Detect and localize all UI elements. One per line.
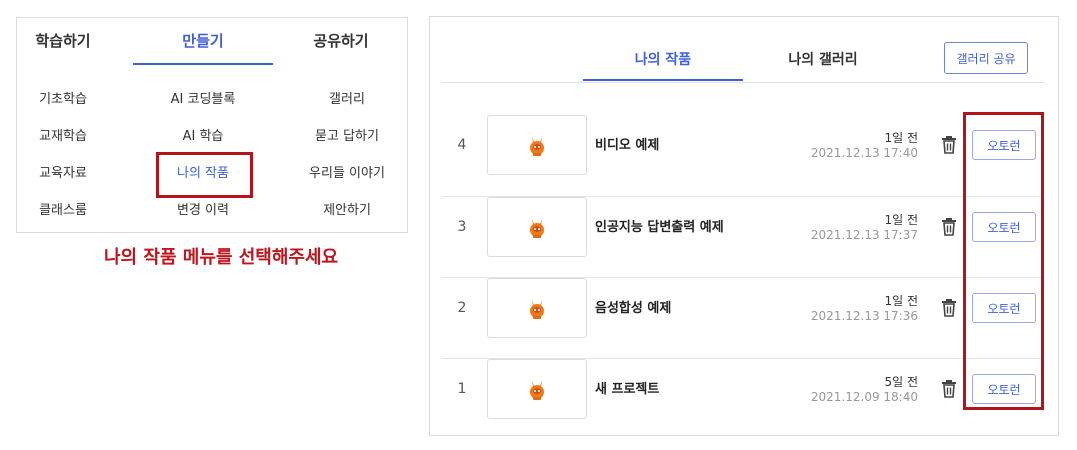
mascot-icon: [530, 381, 544, 400]
mascot-icon: [530, 137, 544, 156]
works-tab-divider: [442, 82, 1044, 83]
project-thumbnail[interactable]: [487, 197, 587, 257]
menu-tab-learn[interactable]: 학습하기: [3, 30, 123, 51]
project-row[interactable]: 4 비디오 예제 1일 전 2021.12.13 17:40 오토런: [442, 115, 1044, 196]
project-relative-time: 1일 전: [884, 131, 918, 145]
mascot-icon: [530, 219, 544, 238]
mascot-icon: [530, 300, 544, 319]
project-row[interactable]: 1 새 프로젝트 5일 전 2021.12.09 18:40 오토런: [442, 358, 1044, 439]
instruction-caption: 나의 작품 메뉴를 선택해주세요: [104, 247, 339, 268]
site-menu-panel: 학습하기 만들기 공유하기 기초학습 교재학습 교육자료 클래스룸 AI 코딩블…: [16, 17, 408, 233]
project-title[interactable]: 비디오 예제: [595, 115, 659, 176]
project-thumbnail[interactable]: [487, 115, 587, 175]
project-timestamp: 2021.12.13 17:40: [810, 146, 918, 160]
tab-my-gallery[interactable]: 나의 갤러리: [743, 49, 903, 69]
project-number: 4: [457, 137, 467, 153]
project-relative-time: 5일 전: [884, 375, 918, 389]
autorun-buttons-highlight-box: [963, 112, 1044, 410]
project-title[interactable]: 새 프로젝트: [595, 359, 659, 420]
menu-item-suggestions[interactable]: 제안하기: [287, 201, 407, 238]
menu-item-basic-learning[interactable]: 기초학습: [19, 90, 107, 127]
project-relative-time: 1일 전: [884, 213, 918, 227]
project-number: 3: [457, 219, 467, 235]
project-thumbnail[interactable]: [487, 278, 587, 338]
menu-item-education-materials[interactable]: 교육자료: [19, 164, 107, 201]
project-number: 2: [457, 300, 467, 316]
project-title[interactable]: 음성합성 예제: [595, 278, 671, 339]
menu-tab-share[interactable]: 공유하기: [281, 30, 401, 51]
project-timestamp: 2021.12.13 17:36: [810, 309, 918, 323]
works-active-tab-indicator: [583, 79, 743, 81]
project-title[interactable]: 인공지능 답변출력 예제: [595, 197, 724, 258]
project-row[interactable]: 3 인공지능 답변출력 예제 1일 전 2021.12.13 17:37 오토런: [442, 196, 1044, 277]
menu-item-gallery[interactable]: 갤러리: [287, 90, 407, 127]
project-timestamp: 2021.12.13 17:37: [810, 228, 918, 242]
trash-icon[interactable]: [941, 299, 957, 317]
project-number: 1: [457, 381, 467, 397]
project-thumbnail[interactable]: [487, 359, 587, 419]
project-row[interactable]: 2 음성합성 예제 1일 전 2021.12.13 17:36 오토런: [442, 277, 1044, 358]
trash-icon[interactable]: [941, 380, 957, 398]
menu-item-classroom[interactable]: 클래스룸: [19, 201, 107, 238]
menu-item-ai-coding-block[interactable]: AI 코딩블록: [143, 90, 263, 127]
active-tab-indicator: [133, 63, 273, 65]
tab-my-works[interactable]: 나의 작품: [583, 49, 743, 69]
my-works-highlight-box: [156, 152, 253, 198]
project-relative-time: 1일 전: [884, 294, 918, 308]
project-timestamp: 2021.12.09 18:40: [810, 390, 918, 404]
menu-tab-create[interactable]: 만들기: [143, 30, 263, 51]
trash-icon[interactable]: [941, 218, 957, 236]
gallery-share-button[interactable]: 갤러리 공유: [944, 42, 1028, 74]
menu-tabs: 학습하기 만들기 공유하기: [17, 18, 407, 66]
trash-icon[interactable]: [941, 136, 957, 154]
menu-column-share: 갤러리 묻고 답하기 우리들 이야기 제안하기: [287, 90, 407, 238]
menu-item-textbook-learning[interactable]: 교재학습: [19, 127, 107, 164]
menu-item-our-stories[interactable]: 우리들 이야기: [287, 164, 407, 201]
menu-column-learn: 기초학습 교재학습 교육자료 클래스룸: [19, 90, 107, 238]
menu-item-change-history[interactable]: 변경 이력: [143, 201, 263, 238]
menu-item-qna[interactable]: 묻고 답하기: [287, 127, 407, 164]
